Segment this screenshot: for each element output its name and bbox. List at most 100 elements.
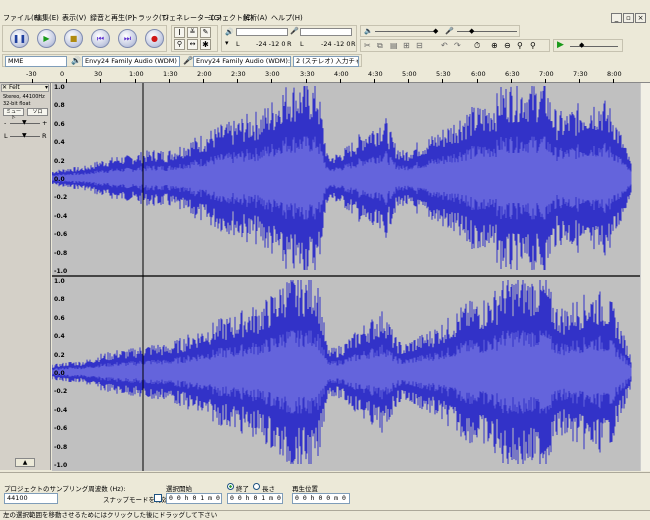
- audio-position-field[interactable]: 0 0 h 0 0 m 0 0 s: [292, 493, 350, 504]
- speed-slider-thumb[interactable]: ◆: [579, 41, 584, 49]
- speed-slider[interactable]: [570, 46, 618, 47]
- timeshift-tool-button[interactable]: ↔: [187, 39, 198, 50]
- sync-lock-icon[interactable]: ⏱: [474, 41, 480, 51]
- y-axis-label: -0.2: [54, 388, 68, 396]
- undo-icon[interactable]: ↶: [441, 41, 448, 50]
- fit-selection-icon[interactable]: ⚲: [517, 41, 523, 50]
- y-axis-label: -1.0: [54, 268, 68, 275]
- ruler-tick-label: 6:00: [471, 70, 486, 78]
- project-rate-label: プロジェクトのサンプリング周波数 (Hz):: [4, 485, 126, 493]
- envelope-tool-button[interactable]: ≚: [187, 27, 198, 38]
- gain-minus-label: -: [4, 119, 7, 127]
- copy-icon[interactable]: ⧉: [377, 41, 383, 51]
- record-button[interactable]: ●: [145, 29, 164, 48]
- close-button[interactable]: ×: [635, 13, 646, 23]
- output-slider-thumb[interactable]: ◆: [433, 27, 438, 35]
- mute-button[interactable]: ミュート: [3, 108, 24, 121]
- close-track-icon[interactable]: ✕: [2, 84, 7, 91]
- y-axis-label: 0.8: [54, 102, 65, 110]
- track-title-bar[interactable]: ✕ Felt ▾: [1, 84, 49, 92]
- input-meter-scale: -24 -12 0: [321, 40, 351, 48]
- y-axis-label: -0.4: [54, 212, 68, 220]
- redo-icon[interactable]: ↷: [454, 41, 461, 50]
- maximize-button[interactable]: ▫: [623, 13, 634, 23]
- zoom-in-icon[interactable]: ⊕: [491, 41, 498, 50]
- y-axis-label: -0.6: [54, 425, 68, 433]
- output-volume-slider[interactable]: [375, 31, 437, 32]
- output-device-select[interactable]: Envy24 Family Audio (WDM): [82, 56, 180, 67]
- y-axis-label: 0.4: [54, 139, 65, 147]
- length-radio[interactable]: [253, 483, 260, 490]
- pause-button[interactable]: ❚❚: [10, 29, 29, 48]
- menu-edit[interactable]: 編集(E): [35, 13, 59, 23]
- solo-button[interactable]: ソロ: [27, 108, 48, 116]
- selection-start-field[interactable]: 0 0 h 0 1 m 0 5 s: [166, 493, 222, 504]
- input-slider-thumb[interactable]: ◆: [469, 27, 474, 35]
- ruler-tick-label: 3:00: [265, 70, 280, 78]
- menu-help[interactable]: ヘルプ(H): [271, 13, 303, 23]
- stop-button[interactable]: ■: [64, 29, 83, 48]
- play-at-speed-toolbar: ▶ ◆: [553, 39, 623, 52]
- ruler-tick-label: 3:30: [300, 70, 315, 78]
- selection-end-field[interactable]: 0 0 h 0 1 m 0 5 s: [227, 493, 283, 504]
- silence-icon[interactable]: ⊟: [416, 41, 423, 50]
- output-meter-r: R: [287, 40, 292, 48]
- y-axis-label: 0.2: [54, 351, 65, 359]
- project-rate-select[interactable]: 44100: [4, 493, 58, 504]
- ruler-tick-label: 1:00: [129, 70, 144, 78]
- paste-icon[interactable]: ▤: [390, 41, 398, 50]
- selection-tool-button[interactable]: I: [174, 27, 185, 38]
- menu-view[interactable]: 表示(V): [62, 13, 86, 23]
- fit-project-icon[interactable]: ⚲: [530, 41, 536, 50]
- y-axis-label: 0.0: [54, 176, 65, 183]
- audio-host-select[interactable]: MME: [5, 56, 67, 67]
- pan-left-label: L: [4, 132, 8, 140]
- input-device-mic-icon: 🎤: [183, 56, 193, 65]
- snap-to-checkbox[interactable]: [154, 494, 162, 502]
- skip-to-start-button[interactable]: ⏮: [91, 29, 110, 48]
- multi-tool-button[interactable]: ✱: [200, 39, 211, 50]
- output-level-dropdown-icon[interactable]: ▾: [225, 39, 229, 47]
- microphone-icon: 🎤: [290, 27, 299, 35]
- draw-tool-button[interactable]: ✎: [200, 27, 211, 38]
- cut-icon[interactable]: ✂: [364, 41, 371, 50]
- zoom-out-icon[interactable]: ⊖: [504, 41, 511, 50]
- window-controls: _ ▫ ×: [610, 13, 646, 23]
- pan-right-label: R: [42, 132, 47, 140]
- trim-icon[interactable]: ⊞: [403, 41, 410, 50]
- pan-thumb[interactable]: ▼: [22, 132, 27, 139]
- selection-toolbar: プロジェクトのサンプリング周波数 (Hz): 44100 スナップモードを有効 …: [0, 472, 650, 509]
- input-channels-select[interactable]: 2 (ステレオ) 入力チャ: [293, 56, 359, 67]
- menu-transport[interactable]: 録音と再生(P): [90, 13, 135, 23]
- skip-end-icon: ⏭: [123, 33, 132, 43]
- play-button[interactable]: ▶: [37, 29, 56, 48]
- zoom-tool-button[interactable]: ⚲: [174, 39, 185, 50]
- track-menu-icon[interactable]: ▾: [45, 85, 48, 91]
- input-volume-slider[interactable]: [457, 31, 517, 32]
- ruler-tick-label: -30: [26, 70, 37, 78]
- ruler-tick-label: 5:00: [402, 70, 417, 78]
- y-axis-label: 1.0: [54, 278, 65, 285]
- play-at-speed-icon[interactable]: ▶: [557, 40, 564, 50]
- minimize-button[interactable]: _: [611, 13, 622, 23]
- skip-to-end-button[interactable]: ⏭: [118, 29, 137, 48]
- end-radio[interactable]: [227, 483, 234, 490]
- gain-thumb[interactable]: ▼: [22, 119, 27, 126]
- collapse-track-button[interactable]: ▲: [15, 458, 35, 467]
- input-meter-l: L: [300, 40, 304, 48]
- input-meter[interactable]: [300, 28, 352, 36]
- gain-plus-label: +: [42, 119, 48, 127]
- y-axis-label: 0.6: [54, 314, 65, 322]
- ruler-tick-label: 8:00: [607, 70, 622, 78]
- menu-analyze[interactable]: 解析(A): [243, 13, 267, 23]
- y-axis-label: -0.8: [54, 249, 68, 257]
- device-toolbar: MME 🔊 Envy24 Family Audio (WDM) 🎤 Envy24…: [2, 54, 362, 67]
- timeshift-icon: ↔: [189, 40, 196, 48]
- waveform-area[interactable]: [52, 83, 640, 471]
- status-text: 左の選択範囲を移動させるためにはクリックした後にドラッグして下さい: [3, 511, 218, 519]
- input-device-select[interactable]: Envy24 Family Audio (WDM): In: [193, 56, 291, 67]
- track-name[interactable]: Felt: [9, 84, 20, 91]
- vertical-scrollbar[interactable]: [640, 83, 650, 471]
- output-meter[interactable]: [236, 28, 288, 36]
- cursor-icon: I: [178, 28, 181, 37]
